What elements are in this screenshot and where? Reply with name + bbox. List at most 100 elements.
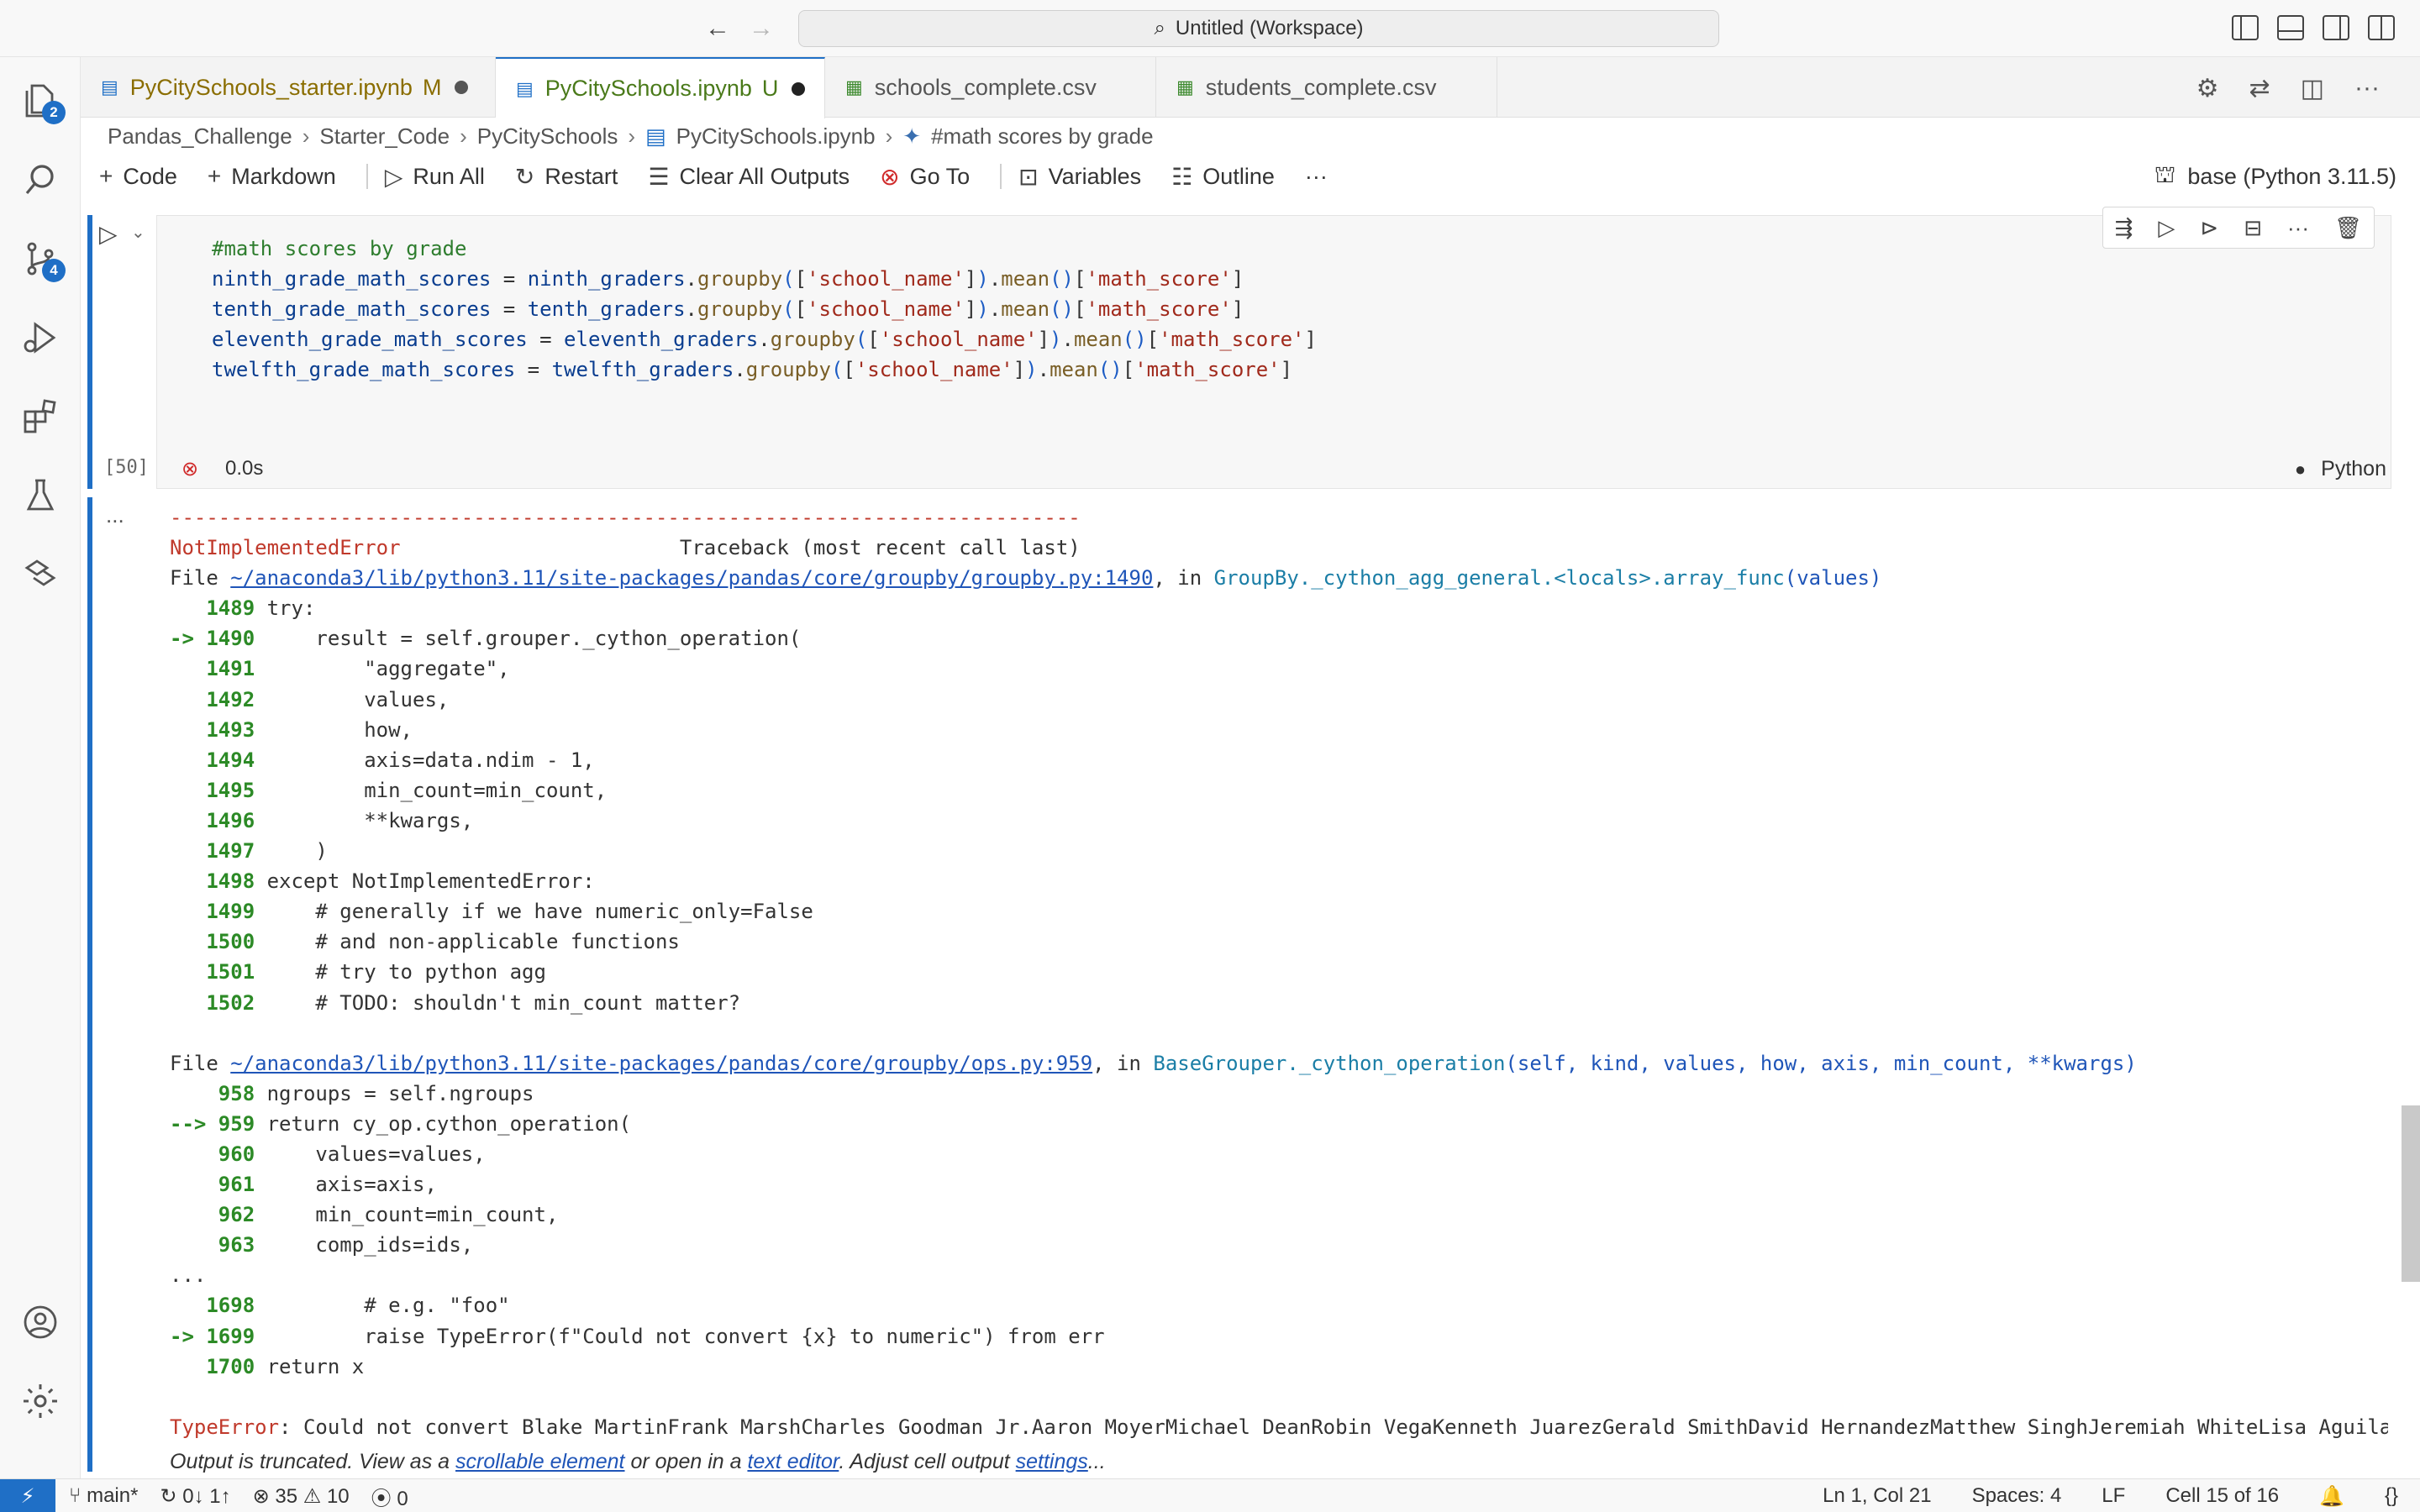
remote-explorer-icon[interactable] bbox=[18, 553, 62, 596]
restart-button[interactable]: ↻ Restart bbox=[515, 163, 618, 191]
run-debug-icon[interactable] bbox=[18, 316, 62, 360]
run-all-button[interactable]: ▷ Run All bbox=[385, 163, 485, 191]
traceback-code-line: 1700 return x bbox=[170, 1354, 365, 1378]
add-markdown-cell-button[interactable]: + Markdown bbox=[208, 163, 336, 190]
search-icon[interactable] bbox=[18, 158, 62, 202]
traceback-code-line: 1499 # generally if we have numeric_only… bbox=[170, 900, 813, 924]
scrollbar-thumb[interactable] bbox=[2402, 1105, 2420, 1282]
git-sync[interactable]: ↻ 0↓ 1↑ bbox=[160, 1484, 230, 1509]
csv-file-icon: ▦ bbox=[845, 76, 863, 97]
traceback-frame-header: File ~/anaconda3/lib/python3.11/site-pac… bbox=[170, 1051, 2137, 1075]
more-actions-icon[interactable]: ··· bbox=[2354, 74, 2380, 103]
split-editor-icon[interactable]: ◫ bbox=[2301, 74, 2324, 103]
toggle-panel-icon[interactable] bbox=[2277, 15, 2304, 40]
git-status-badge: M bbox=[422, 74, 442, 100]
explorer-badge: 2 bbox=[42, 101, 66, 124]
more-cell-actions-icon[interactable]: ··· bbox=[2287, 215, 2309, 241]
end-of-line[interactable]: LF bbox=[2102, 1484, 2125, 1508]
cell-language-picker[interactable]: ● Python bbox=[2295, 457, 2386, 481]
split-cell-icon[interactable]: ⊟ bbox=[2244, 215, 2262, 241]
cell-position[interactable]: Cell 15 of 16 bbox=[2165, 1484, 2279, 1508]
text-editor-link[interactable]: text editor bbox=[747, 1450, 839, 1473]
ports-icon: ⦿ bbox=[371, 1487, 397, 1510]
chevron-down-icon[interactable]: ⌄ bbox=[131, 222, 145, 243]
indentation[interactable]: Spaces: 4 bbox=[1972, 1484, 2062, 1508]
settings-link[interactable]: settings bbox=[1016, 1450, 1088, 1473]
line-number: 1494 bbox=[170, 748, 255, 772]
cell-output-traceback[interactable]: ----------------------------------------… bbox=[170, 502, 2388, 1442]
line-number: 1491 bbox=[170, 657, 255, 681]
git-branch[interactable]: ⑂ main* bbox=[69, 1484, 138, 1508]
breadcrumb-item[interactable]: PyCitySchools.ipynb bbox=[676, 123, 876, 150]
source-control-icon[interactable]: 4 bbox=[18, 237, 66, 282]
breadcrumb-item[interactable]: Starter_Code bbox=[319, 123, 450, 150]
traceback-code-line: 1491 "aggregate", bbox=[170, 657, 510, 681]
tab-pycityschools-starter[interactable]: ▤ PyCitySchools_starter.ipynb M bbox=[81, 57, 496, 118]
clear-all-outputs-label: Clear All Outputs bbox=[679, 163, 850, 189]
run-all-icon: ▷ bbox=[384, 163, 403, 190]
output-truncated-notice: Output is truncated. View as a scrollabl… bbox=[170, 1450, 1106, 1473]
notebook-toolbar: + Code + Markdown ▷ Run All ↻ Restart ☰ … bbox=[81, 156, 2420, 197]
scrollable-element-link[interactable]: scrollable element bbox=[455, 1450, 625, 1473]
file-link[interactable]: ~/anaconda3/lib/python3.11/site-packages… bbox=[230, 1052, 1092, 1075]
exception-name: NotImplementedError bbox=[170, 536, 401, 560]
execute-above-icon[interactable]: ⇶ bbox=[2115, 215, 2133, 241]
outline-button[interactable]: ☷ Outline bbox=[1171, 163, 1275, 191]
traceback-ellipsis: ... bbox=[170, 1263, 207, 1288]
breadcrumb-item[interactable]: PyCitySchools bbox=[477, 123, 618, 150]
traceback-code-line: -> 1490 result = self.grouper._cython_op… bbox=[170, 627, 802, 651]
unsaved-dot-icon[interactable] bbox=[792, 81, 806, 96]
delete-cell-trash-icon[interactable]: 🗑 bbox=[2334, 215, 2362, 241]
testing-icon[interactable] bbox=[18, 474, 62, 517]
problems-indicator[interactable]: ⊗ 35 ⚠ 10 bbox=[253, 1484, 350, 1509]
explorer-icon[interactable]: 2 bbox=[18, 79, 66, 124]
cell-source-code[interactable]: #math scores by grade ninth_grade_math_s… bbox=[212, 234, 1317, 385]
current-line-arrow: -> 1490 bbox=[170, 627, 255, 651]
more-toolbar-button[interactable]: ··· bbox=[1305, 164, 1328, 190]
plus-icon: + bbox=[99, 163, 113, 189]
notifications-bell-icon[interactable]: 🔔 bbox=[2319, 1484, 2344, 1509]
customize-layout-icon[interactable] bbox=[2368, 15, 2395, 40]
tab-students-complete-csv[interactable]: ▦ students_complete.csv bbox=[1156, 57, 1497, 118]
toggle-secondary-sidebar-icon[interactable] bbox=[2323, 15, 2349, 40]
execution-time: 0.0s bbox=[225, 457, 264, 480]
clear-all-outputs-button[interactable]: ☰ Clear All Outputs bbox=[648, 163, 850, 191]
toggle-primary-sidebar-icon[interactable] bbox=[2232, 15, 2259, 40]
ports-indicator[interactable]: ⦿ 0 bbox=[371, 1482, 408, 1511]
tab-pycityschools[interactable]: ▤ PyCitySchools.ipynb U bbox=[496, 57, 825, 118]
command-center-search[interactable]: ⌕ Untitled (Workspace) bbox=[798, 10, 1719, 47]
braces-icon[interactable]: {} bbox=[2385, 1484, 2398, 1508]
kernel-picker[interactable]: ⛫ base (Python 3.11.5) bbox=[2154, 156, 2396, 197]
clear-all-icon: ☰ bbox=[648, 163, 670, 190]
breadcrumb-item[interactable]: #math scores by grade bbox=[931, 123, 1153, 150]
go-to-button[interactable]: ⊗ Go To bbox=[880, 163, 970, 191]
code-line: eleventh_grade_math_scores = eleventh_gr… bbox=[212, 328, 1317, 351]
line-number: 958 bbox=[170, 1081, 255, 1105]
line-number: 962 bbox=[170, 1203, 255, 1227]
extensions-icon[interactable] bbox=[18, 395, 62, 438]
settings-gear-icon[interactable]: ⚙ bbox=[2196, 74, 2219, 103]
run-cell-play-icon[interactable]: ▷ bbox=[99, 220, 118, 248]
cursor-position[interactable]: Ln 1, Col 21 bbox=[1823, 1484, 1931, 1508]
variables-button[interactable]: ⊡ Variables bbox=[1018, 163, 1141, 191]
add-code-cell-button[interactable]: + Code bbox=[99, 163, 177, 190]
file-link[interactable]: ~/anaconda3/lib/python3.11/site-packages… bbox=[230, 566, 1153, 590]
manage-gear-icon[interactable] bbox=[18, 1379, 62, 1423]
traceback-code-line: 1496 **kwargs, bbox=[170, 808, 474, 832]
remote-indicator-icon[interactable]: ⚡ bbox=[0, 1479, 55, 1512]
forward-arrow-icon[interactable]: → bbox=[744, 12, 778, 45]
tab-schools-complete-csv[interactable]: ▦ schools_complete.csv bbox=[825, 57, 1156, 118]
accounts-icon[interactable] bbox=[18, 1300, 62, 1344]
tab-label: PyCitySchools_starter.ipynb bbox=[129, 74, 413, 100]
open-changes-icon[interactable]: ⇄ bbox=[2249, 74, 2270, 103]
line-number: 1496 bbox=[170, 808, 255, 832]
output-actions-icon[interactable]: ... bbox=[106, 502, 124, 528]
error-circle-icon: ⊗ bbox=[880, 163, 900, 190]
execute-cell-and-below-icon[interactable]: ▷ bbox=[2158, 215, 2175, 241]
execute-below-icon[interactable]: ⊳ bbox=[2200, 215, 2218, 241]
back-arrow-icon[interactable]: ← bbox=[701, 12, 734, 45]
breadcrumb-item[interactable]: Pandas_Challenge bbox=[108, 123, 292, 150]
unsaved-dot-icon[interactable] bbox=[455, 81, 469, 94]
traceback-code-line: 962 min_count=min_count, bbox=[170, 1203, 559, 1227]
current-line-arrow: -> 1699 bbox=[170, 1324, 255, 1348]
